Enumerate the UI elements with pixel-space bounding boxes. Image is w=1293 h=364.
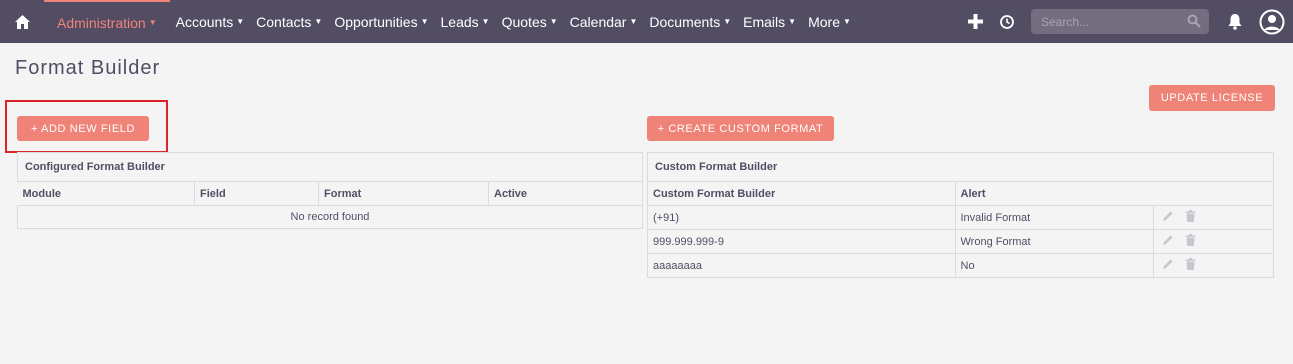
edit-pencil-icon[interactable] bbox=[1162, 258, 1174, 273]
table-caption: Configured Format Builder bbox=[17, 152, 643, 182]
caret-down-icon: ▼ bbox=[481, 17, 490, 26]
nav-item-label: Contacts bbox=[256, 13, 312, 30]
edit-pencil-icon[interactable] bbox=[1162, 210, 1174, 225]
table-row: 999.999.999-9 Wrong Format bbox=[647, 229, 1274, 254]
nav-item-label: Opportunities bbox=[334, 13, 418, 30]
global-search[interactable] bbox=[1031, 9, 1209, 34]
history-icon bbox=[1000, 14, 1014, 29]
nav-more[interactable]: More ▼ bbox=[802, 0, 857, 43]
nav-documents[interactable]: Documents ▼ bbox=[643, 0, 737, 43]
empty-row: No record found bbox=[17, 205, 643, 229]
nav-item-label: Accounts bbox=[175, 13, 234, 30]
nav-item-label: Calendar bbox=[569, 13, 627, 30]
search-input[interactable] bbox=[1031, 9, 1209, 34]
caret-down-icon: ▼ bbox=[420, 17, 429, 26]
update-license-button[interactable]: UPDATE LICENSE bbox=[1149, 85, 1275, 111]
nav-calendar[interactable]: Calendar ▼ bbox=[564, 0, 644, 43]
add-new-field-button[interactable]: + ADD NEW FIELD bbox=[17, 116, 149, 141]
nav-item-label: Quotes bbox=[501, 13, 547, 30]
caret-down-icon: ▼ bbox=[236, 17, 245, 26]
alert-cell: Wrong Format bbox=[954, 229, 1155, 254]
actions-cell bbox=[1153, 253, 1274, 278]
bell-icon bbox=[1228, 14, 1242, 30]
nav-leads[interactable]: Leads ▼ bbox=[435, 0, 496, 43]
page-title: Format Builder bbox=[15, 57, 161, 79]
caret-down-icon: ▼ bbox=[723, 17, 732, 26]
column-header-actions bbox=[1153, 181, 1274, 206]
nav-contacts[interactable]: Contacts ▼ bbox=[250, 0, 328, 43]
nav-opportunities[interactable]: Opportunities ▼ bbox=[328, 0, 434, 43]
column-header-module[interactable]: Module bbox=[17, 181, 195, 206]
create-custom-format-button[interactable]: + CREATE CUSTOM FORMAT bbox=[647, 116, 834, 141]
nav-item-label: Leads bbox=[440, 13, 479, 30]
home-button[interactable] bbox=[0, 0, 44, 43]
nav-accounts[interactable]: Accounts ▼ bbox=[170, 0, 251, 43]
table-header-row: Custom Format Builder Alert bbox=[647, 181, 1274, 206]
table-row: (+91) Invalid Format bbox=[647, 205, 1274, 230]
column-header-active[interactable]: Active bbox=[488, 181, 643, 206]
nav-item-label: Administration bbox=[57, 14, 146, 31]
nav-right-tools bbox=[959, 0, 1293, 43]
notifications-button[interactable] bbox=[1219, 0, 1251, 43]
configured-format-table: Configured Format Builder Module Field F… bbox=[17, 152, 643, 229]
table-caption: Custom Format Builder bbox=[647, 152, 1274, 182]
edit-pencil-icon[interactable] bbox=[1162, 234, 1174, 249]
top-navigation-bar: Administration ▼ Accounts ▼ Contacts ▼ Opportu… bbox=[0, 0, 1293, 43]
nav-emails[interactable]: Emails ▼ bbox=[737, 0, 802, 43]
delete-trash-icon[interactable] bbox=[1185, 234, 1196, 249]
empty-message: No record found bbox=[17, 205, 643, 229]
alert-cell: Invalid Format bbox=[954, 205, 1155, 230]
format-cell: 999.999.999-9 bbox=[647, 229, 956, 254]
column-header-alert[interactable]: Alert bbox=[954, 181, 1154, 206]
nav-item-label: More bbox=[808, 13, 840, 30]
custom-format-table: Custom Format Builder Custom Format Buil… bbox=[647, 152, 1274, 278]
caret-down-icon: ▼ bbox=[148, 18, 157, 27]
caret-down-icon: ▼ bbox=[549, 17, 558, 26]
caret-down-icon: ▼ bbox=[314, 17, 323, 26]
recently-viewed-button[interactable] bbox=[991, 0, 1023, 43]
caret-down-icon: ▼ bbox=[788, 17, 797, 26]
column-header-format[interactable]: Format bbox=[318, 181, 489, 206]
actions-cell bbox=[1153, 229, 1274, 254]
caret-down-icon: ▼ bbox=[842, 17, 851, 26]
actions-cell bbox=[1153, 205, 1274, 230]
alert-cell: No bbox=[954, 253, 1155, 278]
quick-create-button[interactable] bbox=[959, 0, 991, 43]
delete-trash-icon[interactable] bbox=[1185, 258, 1196, 273]
search-icon[interactable] bbox=[1187, 14, 1201, 28]
column-header-field[interactable]: Field bbox=[194, 181, 319, 206]
nav-item-label: Documents bbox=[649, 13, 721, 30]
plus-icon bbox=[967, 14, 983, 29]
nav-item-label: Emails bbox=[743, 13, 786, 30]
user-menu-button[interactable] bbox=[1251, 0, 1293, 43]
table-header-row: Module Field Format Active bbox=[17, 181, 643, 206]
table-row: aaaaaaaa No bbox=[647, 253, 1274, 278]
home-icon bbox=[14, 14, 30, 29]
delete-trash-icon[interactable] bbox=[1185, 210, 1196, 225]
nav-administration[interactable]: Administration ▼ bbox=[44, 0, 170, 43]
nav-quotes[interactable]: Quotes ▼ bbox=[496, 0, 564, 43]
column-header-custom-format[interactable]: Custom Format Builder bbox=[647, 181, 956, 206]
caret-down-icon: ▼ bbox=[629, 17, 638, 26]
format-cell: (+91) bbox=[647, 205, 956, 230]
format-cell: aaaaaaaa bbox=[647, 253, 956, 278]
user-avatar-icon bbox=[1259, 9, 1285, 34]
